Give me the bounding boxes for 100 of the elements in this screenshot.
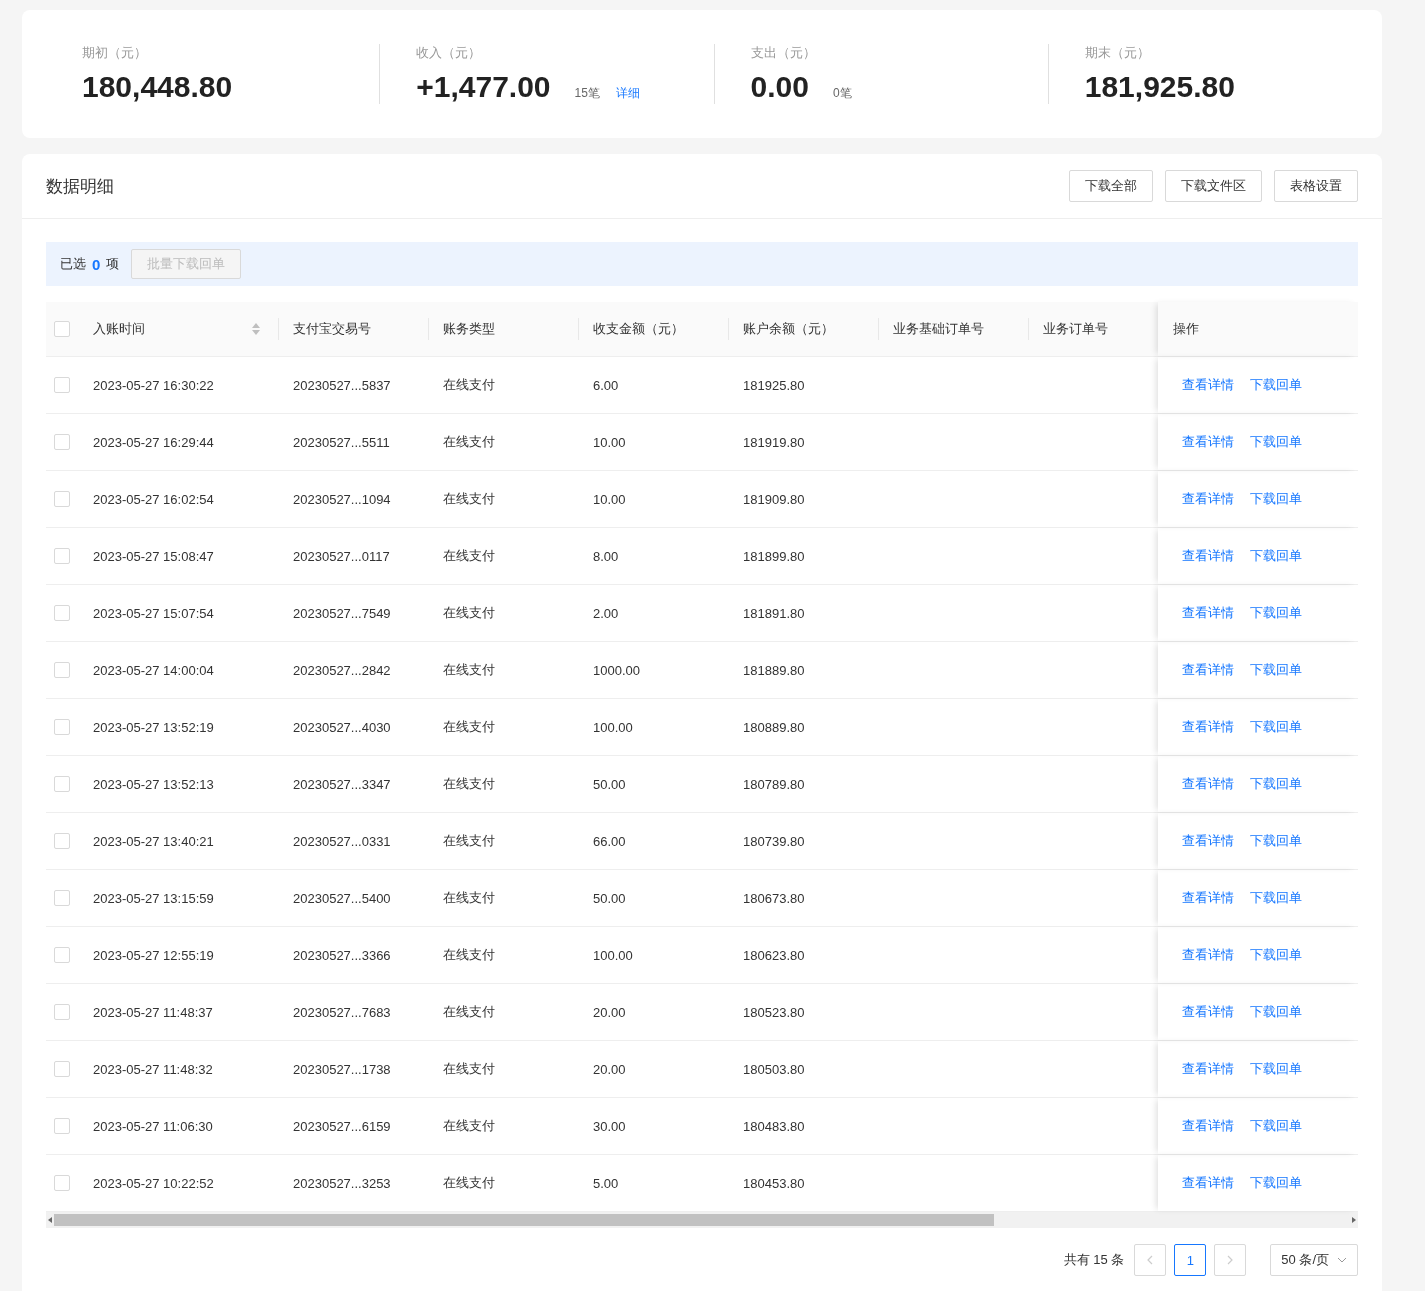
row-checkbox[interactable] <box>54 434 70 450</box>
toolbar-button[interactable]: 表格设置 <box>1274 170 1358 202</box>
table-cell: 180789.80 <box>743 776 805 792</box>
action-link[interactable]: 下载回单 <box>1250 376 1302 394</box>
action-link[interactable]: 查看详情 <box>1182 889 1234 907</box>
row-checkbox[interactable] <box>54 548 70 564</box>
table-cell: 180453.80 <box>743 1175 805 1191</box>
table-cell: 100.00 <box>593 947 633 963</box>
action-link[interactable]: 下载回单 <box>1250 775 1302 793</box>
action-link[interactable]: 下载回单 <box>1250 889 1302 907</box>
table-cell: 20230527...2842 <box>293 662 391 678</box>
table-cell: 在线支付 <box>443 718 495 736</box>
table-cell: 在线支付 <box>443 376 495 394</box>
action-link[interactable]: 查看详情 <box>1182 1174 1234 1192</box>
summary-value: +1,477.00 <box>416 70 551 104</box>
table-cell: 8.00 <box>593 548 619 564</box>
table-cell: 在线支付 <box>443 1174 495 1192</box>
table-cell: 在线支付 <box>443 1117 495 1135</box>
row-checkbox[interactable] <box>54 491 70 507</box>
table-cell: 在线支付 <box>443 604 495 622</box>
sort-icon[interactable] <box>252 323 260 335</box>
action-link[interactable]: 查看详情 <box>1182 946 1234 964</box>
action-link[interactable]: 下载回单 <box>1250 718 1302 736</box>
action-link[interactable]: 查看详情 <box>1182 433 1234 451</box>
toolbar-button[interactable]: 下载文件区 <box>1165 170 1262 202</box>
table-cell: 20230527...1094 <box>293 491 391 507</box>
table-cell: 在线支付 <box>443 490 495 508</box>
table-cell: 180889.80 <box>743 719 805 735</box>
select-all-checkbox[interactable] <box>54 321 70 337</box>
action-link[interactable]: 下载回单 <box>1250 490 1302 508</box>
action-link[interactable]: 查看详情 <box>1182 490 1234 508</box>
table-cell: 2023-05-27 10:22:52 <box>93 1175 214 1191</box>
action-link[interactable]: 下载回单 <box>1250 832 1302 850</box>
row-checkbox[interactable] <box>54 947 70 963</box>
table-cell: 181891.80 <box>743 605 805 621</box>
table-cell: 20230527...3253 <box>293 1175 391 1191</box>
action-link[interactable]: 下载回单 <box>1250 547 1302 565</box>
table-cell: 2023-05-27 13:52:13 <box>93 776 214 792</box>
table-cell: 20230527...3366 <box>293 947 391 963</box>
action-link[interactable]: 查看详情 <box>1182 832 1234 850</box>
table-cell: 100.00 <box>593 719 633 735</box>
row-checkbox[interactable] <box>54 377 70 393</box>
table-cell: 在线支付 <box>443 547 495 565</box>
total-count: 共有 15 条 <box>1063 1251 1125 1269</box>
row-checkbox[interactable] <box>54 719 70 735</box>
table-cell: 50.00 <box>593 890 626 906</box>
page-size-select[interactable]: 50 条/页 <box>1270 1244 1358 1276</box>
action-link[interactable]: 查看详情 <box>1182 376 1234 394</box>
action-link[interactable]: 下载回单 <box>1250 661 1302 679</box>
table-cell: 181919.80 <box>743 434 805 450</box>
row-checkbox[interactable] <box>54 605 70 621</box>
action-link[interactable]: 下载回单 <box>1250 1060 1302 1078</box>
table-cell: 在线支付 <box>443 433 495 451</box>
summary-label: 收入（元） <box>416 44 483 62</box>
horizontal-scrollbar[interactable] <box>46 1212 1358 1228</box>
detail-link[interactable]: 详细 <box>615 85 640 102</box>
table-cell: 2023-05-27 12:55:19 <box>93 947 214 963</box>
action-link[interactable]: 下载回单 <box>1250 1003 1302 1021</box>
row-checkbox[interactable] <box>54 1061 70 1077</box>
row-checkbox[interactable] <box>54 833 70 849</box>
chevron-right-icon <box>1226 1255 1235 1265</box>
action-link[interactable]: 下载回单 <box>1250 433 1302 451</box>
table-cell: 10.00 <box>593 434 626 450</box>
column-header: 收支金额（元） <box>593 320 684 338</box>
table-cell: 20230527...6159 <box>293 1118 391 1134</box>
table-cell: 2023-05-27 15:07:54 <box>93 605 214 621</box>
action-link[interactable]: 查看详情 <box>1182 547 1234 565</box>
row-checkbox[interactable] <box>54 1175 70 1191</box>
action-link[interactable]: 查看详情 <box>1182 1117 1234 1135</box>
table-cell: 20230527...7683 <box>293 1004 391 1020</box>
table-cell: 180483.80 <box>743 1118 805 1134</box>
table-cell: 20230527...3347 <box>293 776 391 792</box>
action-link[interactable]: 查看详情 <box>1182 661 1234 679</box>
row-checkbox[interactable] <box>54 890 70 906</box>
row-checkbox[interactable] <box>54 1004 70 1020</box>
action-link[interactable]: 查看详情 <box>1182 1060 1234 1078</box>
action-link[interactable]: 查看详情 <box>1182 718 1234 736</box>
action-link[interactable]: 下载回单 <box>1250 1174 1302 1192</box>
table-cell: 181909.80 <box>743 491 805 507</box>
action-link[interactable]: 下载回单 <box>1250 1117 1302 1135</box>
summary-value: 181,925.80 <box>1084 70 1235 104</box>
table-cell: 2023-05-27 13:52:19 <box>93 719 214 735</box>
summary-label: 期末（元） <box>1084 44 1151 62</box>
row-checkbox[interactable] <box>54 662 70 678</box>
action-link[interactable]: 查看详情 <box>1182 1003 1234 1021</box>
toolbar-button[interactable]: 下载全部 <box>1069 170 1153 202</box>
table-cell: 在线支付 <box>443 1060 495 1078</box>
column-header: 支付宝交易号 <box>293 320 371 338</box>
table-cell: 2023-05-27 16:02:54 <box>93 491 214 507</box>
page-button[interactable]: 1 <box>1174 1244 1207 1276</box>
row-checkbox[interactable] <box>54 1118 70 1134</box>
column-header: 业务订单号 <box>1043 320 1108 338</box>
action-link[interactable]: 查看详情 <box>1182 604 1234 622</box>
action-link[interactable]: 下载回单 <box>1250 946 1302 964</box>
table-cell: 在线支付 <box>443 661 495 679</box>
row-checkbox[interactable] <box>54 776 70 792</box>
action-link[interactable]: 下载回单 <box>1250 604 1302 622</box>
action-link[interactable]: 查看详情 <box>1182 775 1234 793</box>
caret-icon <box>1337 1257 1347 1263</box>
summary-value: 0.00 <box>750 70 809 104</box>
